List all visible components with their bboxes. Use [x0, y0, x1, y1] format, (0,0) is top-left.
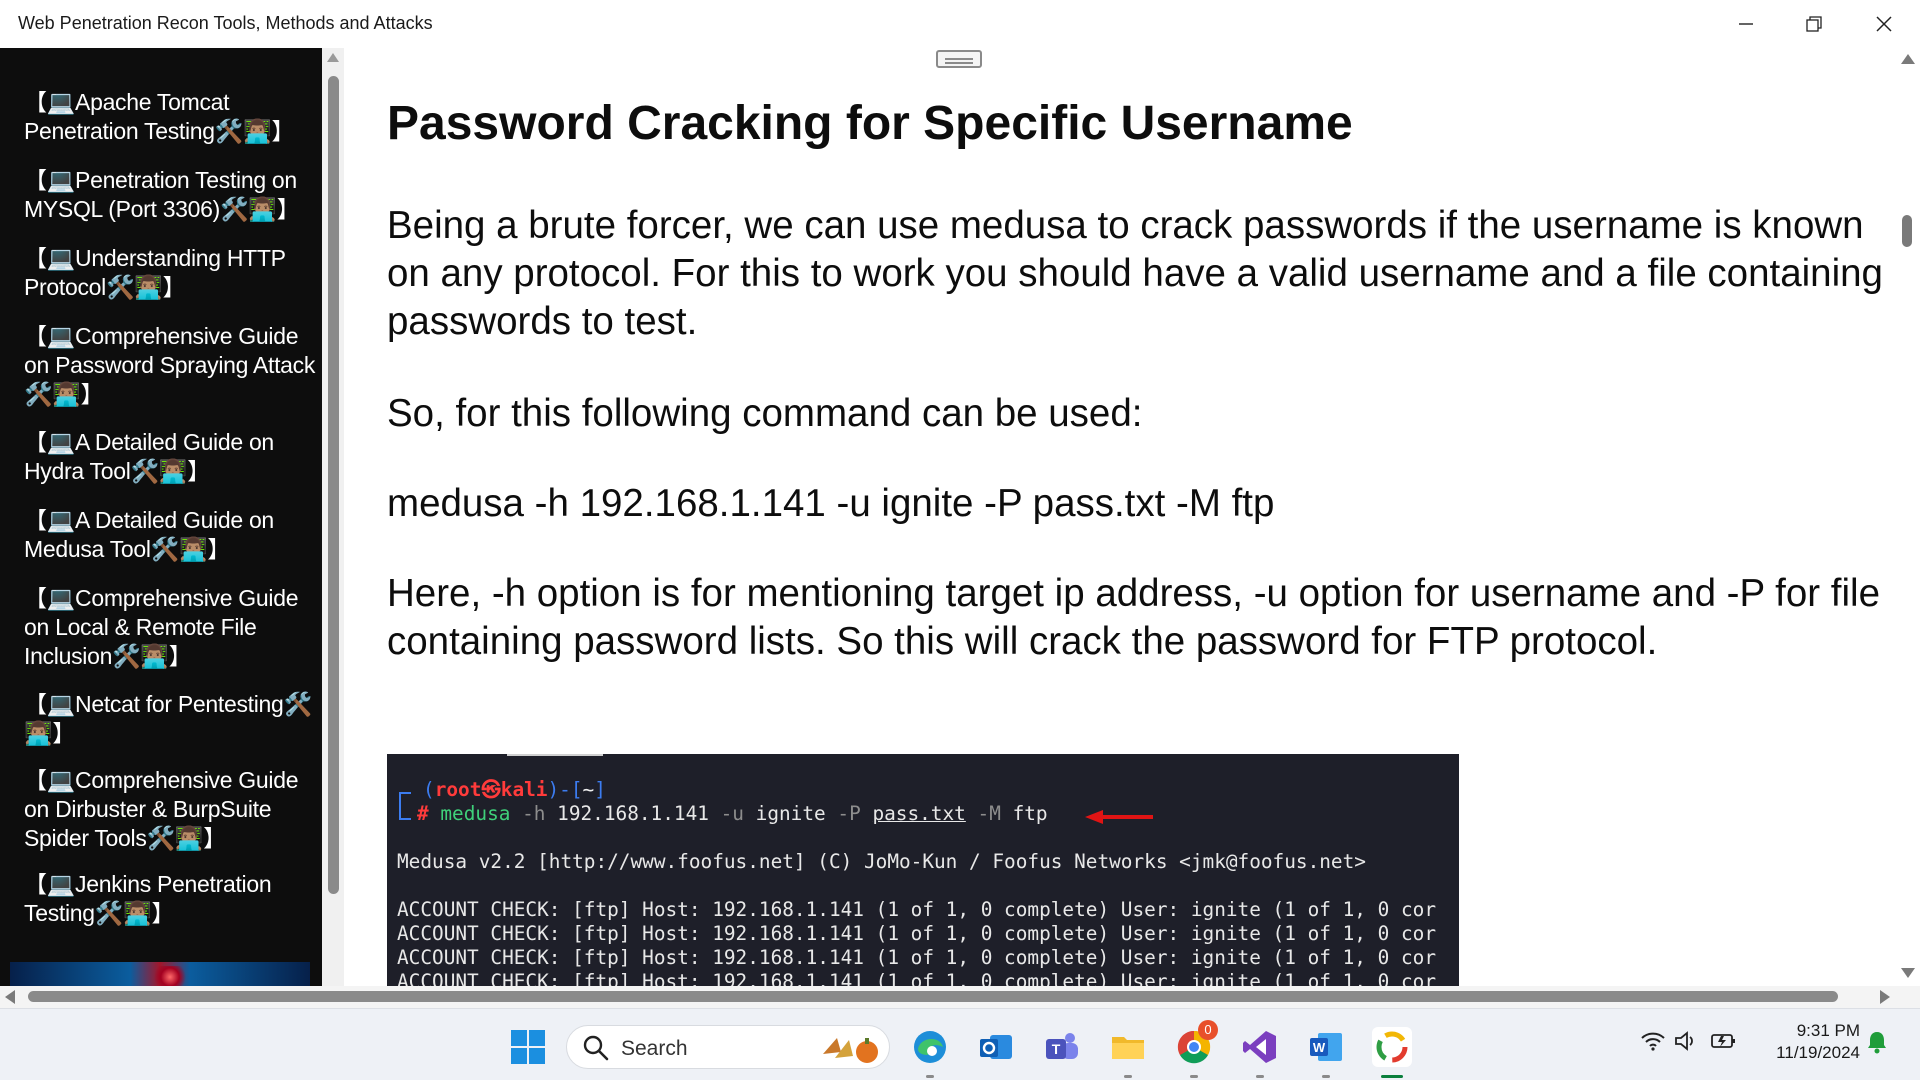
command-text: medusa -h 192.168.1.141 -u ignite -P pas…: [387, 482, 1275, 525]
sidebar-item-http-protocol[interactable]: 【💻Understanding HTTP Protocol🛠️👨🏽‍💻】: [24, 244, 316, 302]
autumn-leaves-icon: [823, 1038, 878, 1063]
visual-studio-icon: [1243, 1031, 1276, 1063]
battery-button[interactable]: [1710, 1030, 1738, 1057]
clock-time: 9:31 PM: [1796, 1021, 1860, 1040]
wifi-icon: [1641, 1032, 1665, 1051]
active-app-indicator: [1381, 1075, 1403, 1078]
minimize-button[interactable]: [1712, 0, 1780, 48]
terminal-check-line: ACCOUNT CHECK: [ftp] Host: 192.168.1.141…: [397, 970, 1436, 986]
paragraph-explanation: Here, -h option is for mentioning target…: [387, 572, 1881, 663]
taskbar-search-box[interactable]: Search: [566, 1025, 890, 1069]
terminal-prompt-line: (root㉿kali)-[~]: [423, 778, 606, 801]
sidebar-item-mysql[interactable]: 【💻Penetration Testing on MYSQL (Port 330…: [24, 166, 316, 224]
banner-graphic: [150, 966, 190, 986]
edge-button[interactable]: [910, 1027, 950, 1067]
notification-button[interactable]: [1866, 1030, 1888, 1059]
outlook-icon: [980, 1035, 1012, 1059]
scroll-up-icon[interactable]: [1901, 54, 1915, 64]
terminal-banner: Medusa v2.2 [http://www.foofus.net] (C) …: [397, 850, 1366, 873]
terminal-command-line: # medusa -h 192.168.1.141 -u ignite -P p…: [417, 802, 1048, 825]
word-button[interactable]: W: [1306, 1027, 1346, 1067]
clock-date: 11/19/2024: [1776, 1043, 1860, 1062]
sidebar-item-medusa[interactable]: 【💻A Detailed Guide on Medusa Tool🛠️👨🏽‍💻】: [24, 506, 316, 564]
visual-studio-button[interactable]: [1240, 1027, 1280, 1067]
sidebar-item-file-inclusion[interactable]: 【💻Comprehensive Guide on Local & Remote …: [24, 584, 316, 671]
chrome-notification-badge: 0: [1198, 1020, 1218, 1040]
sidebar-banner-image[interactable]: [10, 962, 310, 986]
content-scroll-thumb[interactable]: [1902, 215, 1912, 247]
sidebar-item-apache-tomcat[interactable]: 【💻Apache Tomcat Penetration Testing🛠️👨🏽‍…: [24, 88, 316, 146]
volume-button[interactable]: [1674, 1030, 1698, 1057]
sidebar-item-password-spraying[interactable]: 【💻Comprehensive Guide on Password Sprayi…: [24, 322, 316, 409]
file-explorer-icon: [1112, 1037, 1144, 1059]
system-clock[interactable]: 9:31 PM 11/19/2024: [1740, 1020, 1860, 1064]
notification-bell-icon: [1868, 1032, 1886, 1054]
terminal-check-line: ACCOUNT CHECK: [ftp] Host: 192.168.1.141…: [397, 922, 1436, 945]
content-scrollbar[interactable]: [1896, 48, 1920, 986]
svg-text:W: W: [1313, 1040, 1326, 1055]
minimize-icon: [1739, 17, 1753, 31]
file-explorer-button[interactable]: [1108, 1027, 1148, 1067]
sidebar-item-netcat[interactable]: 【💻Netcat for Pentesting🛠️👨🏽‍💻】: [24, 690, 316, 748]
start-button[interactable]: [508, 1027, 548, 1067]
title-bar: Web Penetration Recon Tools, Methods and…: [0, 0, 1920, 48]
search-icon: [583, 1035, 609, 1061]
scroll-left-icon[interactable]: [5, 990, 15, 1004]
teams-icon: T: [1046, 1033, 1078, 1059]
battery-charging-icon: [1711, 1034, 1735, 1048]
article-heading: Password Cracking for Specific Username: [387, 97, 1353, 150]
running-indicator: [1190, 1075, 1198, 1078]
prompt-bracket: [399, 792, 411, 820]
running-indicator: [926, 1075, 934, 1078]
paragraph-command-intro: So, for this following command can be us…: [387, 392, 1143, 435]
sidebar-scroll-up-icon[interactable]: [327, 53, 339, 62]
running-indicator: [1124, 1075, 1132, 1078]
scroll-down-icon[interactable]: [1901, 968, 1915, 978]
active-app-button[interactable]: [1372, 1027, 1412, 1067]
drag-handle-icon[interactable]: [936, 50, 982, 68]
paragraph-intro: Being a brute forcer, we can use medusa …: [387, 204, 1883, 343]
taskbar: Search T W: [0, 1008, 1920, 1080]
search-placeholder: Search: [621, 1037, 688, 1060]
horizontal-scroll-thumb[interactable]: [28, 991, 1838, 1002]
terminal-check-line: ACCOUNT CHECK: [ftp] Host: 192.168.1.141…: [397, 898, 1436, 921]
sidebar-item-dirbuster-burpsuite[interactable]: 【💻Comprehensive Guide on Dirbuster & Bur…: [24, 766, 316, 853]
teams-button[interactable]: T: [1042, 1027, 1082, 1067]
restore-icon: [1806, 16, 1822, 32]
word-icon: W: [1310, 1033, 1342, 1061]
svg-text:T: T: [1052, 1041, 1061, 1057]
terminal-check-line: ACCOUNT CHECK: [ftp] Host: 192.168.1.141…: [397, 946, 1436, 969]
sidebar: 【💻Apache Tomcat Penetration Testing🛠️👨🏽‍…: [0, 48, 322, 986]
volume-icon: [1675, 1031, 1693, 1051]
running-indicator: [1322, 1075, 1330, 1078]
wifi-button[interactable]: [1640, 1030, 1666, 1057]
outlook-button[interactable]: [976, 1027, 1016, 1067]
red-arrow-icon: [1085, 810, 1153, 824]
app-icon: [1376, 1031, 1408, 1063]
close-icon: [1876, 16, 1892, 32]
sidebar-scroll-thumb[interactable]: [328, 76, 339, 894]
article-content: Password Cracking for Specific Username …: [344, 48, 1896, 986]
window-title: Web Penetration Recon Tools, Methods and…: [18, 13, 433, 33]
close-button[interactable]: [1850, 0, 1918, 48]
terminal-tab-marker: [507, 754, 603, 756]
sidebar-item-jenkins[interactable]: 【💻Jenkins Penetration Testing🛠️👨🏽‍💻】: [24, 870, 316, 928]
restore-button[interactable]: [1780, 0, 1848, 48]
windows-start-icon: [511, 1030, 545, 1064]
scroll-right-icon[interactable]: [1880, 990, 1890, 1004]
running-indicator: [1256, 1075, 1264, 1078]
edge-icon: [914, 1031, 946, 1063]
terminal-screenshot: (root㉿kali)-[~] # medusa -h 192.168.1.14…: [387, 754, 1459, 986]
sidebar-item-hydra[interactable]: 【💻A Detailed Guide on Hydra Tool🛠️👨🏽‍💻】: [24, 428, 316, 486]
